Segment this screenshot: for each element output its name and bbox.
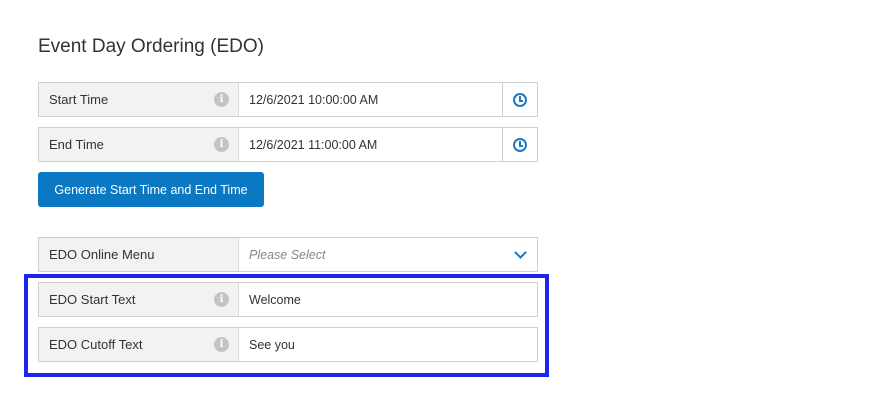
end-time-picker-button[interactable]: [502, 128, 537, 161]
clock-icon: [513, 92, 527, 107]
start-time-label-cell: Start Time i: [39, 83, 239, 116]
generate-times-button[interactable]: Generate Start Time and End Time: [38, 172, 264, 207]
start-time-row: Start Time i 12/6/2021 10:00:00 AM: [38, 82, 538, 117]
online-menu-label: EDO Online Menu: [49, 247, 155, 262]
start-time-label: Start Time: [49, 92, 109, 107]
info-icon[interactable]: i: [214, 137, 229, 152]
online-menu-label-cell: EDO Online Menu: [39, 238, 239, 271]
info-icon[interactable]: i: [214, 92, 229, 107]
highlight-box: [24, 274, 549, 377]
end-time-row: End Time i 12/6/2021 11:00:00 AM: [38, 127, 538, 162]
online-menu-row: EDO Online Menu Please Select: [38, 237, 538, 272]
start-time-picker-button[interactable]: [502, 83, 537, 116]
start-time-input[interactable]: 12/6/2021 10:00:00 AM: [239, 83, 502, 116]
end-time-input[interactable]: 12/6/2021 11:00:00 AM: [239, 128, 502, 161]
end-time-label-cell: End Time i: [39, 128, 239, 161]
chevron-down-icon: [513, 246, 527, 259]
clock-icon: [513, 137, 527, 152]
end-time-label: End Time: [49, 137, 104, 152]
section-title: Event Day Ordering (EDO): [38, 36, 264, 57]
online-menu-select[interactable]: Please Select: [239, 238, 503, 271]
online-menu-dropdown-toggle[interactable]: [503, 238, 537, 271]
